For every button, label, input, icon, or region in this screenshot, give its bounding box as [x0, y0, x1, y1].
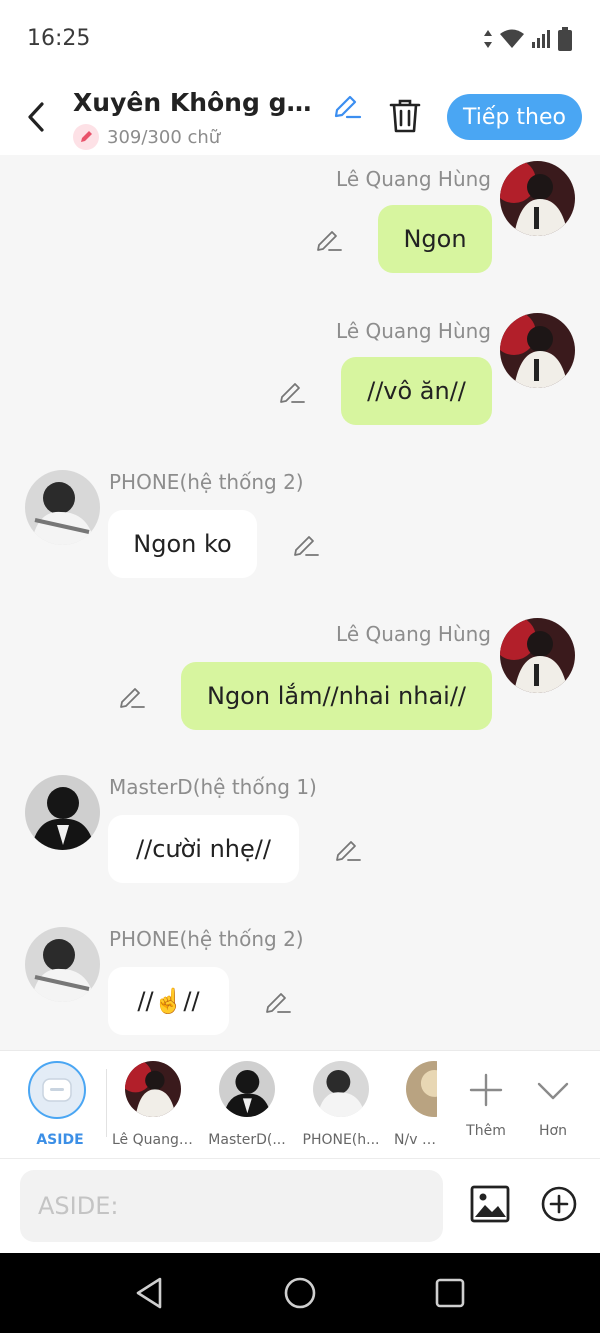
- plus-icon: [469, 1073, 503, 1107]
- avatar[interactable]: [25, 927, 100, 1002]
- message-bubble[interactable]: Ngon: [378, 205, 492, 273]
- data-transfer-icon: [484, 30, 492, 48]
- avatar[interactable]: [25, 775, 100, 850]
- add-circle-icon[interactable]: [540, 1185, 578, 1223]
- nav-back-icon[interactable]: [132, 1275, 168, 1311]
- app-bar: Xuyên Không gặp h... 309/300 chữ Tiếp th…: [0, 80, 600, 155]
- edit-message-icon[interactable]: [334, 835, 362, 863]
- message-bubble[interactable]: //☝️//: [108, 967, 229, 1035]
- clock: 16:25: [27, 26, 91, 51]
- chevron-down-icon: [537, 1082, 569, 1100]
- character-label: N/v cả: [394, 1132, 437, 1148]
- message-row: MasterD(hệ thống 1) //cười nhẹ//: [0, 765, 600, 905]
- aside-icon: [28, 1061, 86, 1119]
- message-input[interactable]: [20, 1170, 443, 1242]
- aside-label: ASIDE: [36, 1132, 84, 1148]
- sender-name: PHONE(hệ thống 2): [109, 927, 304, 951]
- message-row: PHONE(hệ thống 2) //☝️//: [0, 917, 600, 1050]
- add-character-button[interactable]: Thêm: [458, 1061, 514, 1139]
- more-characters-button[interactable]: Hơn: [526, 1061, 580, 1139]
- sender-name: MasterD(hệ thống 1): [109, 775, 317, 799]
- chat-area: Lê Quang Hùng Ngon Lê Quang Hùng //vô ăn…: [0, 155, 600, 1050]
- sender-name: Lê Quang Hùng: [336, 167, 491, 191]
- avatar: [406, 1061, 437, 1117]
- message-bubble[interactable]: //vô ăn//: [341, 357, 492, 425]
- sender-name: PHONE(hệ thống 2): [109, 470, 304, 494]
- character-item[interactable]: Lê Quang ...: [112, 1061, 194, 1148]
- avatar[interactable]: [500, 313, 575, 388]
- next-button[interactable]: Tiếp theo: [447, 94, 582, 140]
- message-bubble[interactable]: Ngon ko: [108, 510, 257, 578]
- sender-name: Lê Quang Hùng: [336, 622, 491, 646]
- image-icon[interactable]: [470, 1185, 510, 1223]
- character-label: MasterD(...: [208, 1132, 286, 1148]
- battery-icon: [558, 27, 572, 51]
- message-bubble[interactable]: //cười nhẹ//: [108, 815, 299, 883]
- message-row: PHONE(hệ thống 2) Ngon ko: [0, 460, 600, 600]
- edit-message-icon[interactable]: [278, 377, 306, 405]
- edit-message-icon[interactable]: [292, 530, 320, 558]
- word-count-row: 309/300 chữ: [73, 124, 220, 150]
- message-row: Lê Quang Hùng Ngon lắm//nhai nhai//: [0, 612, 600, 752]
- add-label: Thêm: [466, 1123, 506, 1139]
- signal-icon: [532, 30, 550, 48]
- character-item[interactable]: N/v cả: [392, 1061, 437, 1148]
- nav-recents-icon[interactable]: [432, 1275, 468, 1311]
- edit-message-icon[interactable]: [118, 682, 146, 710]
- nav-home-icon[interactable]: [282, 1275, 318, 1311]
- avatar: [219, 1061, 275, 1117]
- message-row: Lê Quang Hùng Ngon: [0, 155, 600, 295]
- word-count: 309/300 chữ: [107, 126, 221, 148]
- wifi-icon: [500, 29, 524, 48]
- character-aside[interactable]: ASIDE: [28, 1061, 92, 1148]
- edit-title-icon[interactable]: [332, 90, 362, 120]
- character-item[interactable]: MasterD(...: [205, 1061, 289, 1148]
- app-screen: 16:25 Xuyên Không gặp h... 309/300 chữ T…: [0, 0, 600, 1333]
- edit-message-icon[interactable]: [264, 987, 292, 1015]
- status-bar: 16:25: [0, 0, 600, 80]
- avatar[interactable]: [500, 618, 575, 693]
- trash-icon[interactable]: [388, 98, 422, 134]
- avatar: [313, 1061, 369, 1117]
- avatar: [125, 1061, 181, 1117]
- message-bubble[interactable]: Ngon lắm//nhai nhai//: [181, 662, 492, 730]
- message-row: Lê Quang Hùng //vô ăn//: [0, 307, 600, 447]
- character-item[interactable]: PHONE(h...: [299, 1061, 383, 1148]
- character-label: PHONE(h...: [302, 1132, 380, 1148]
- composer-bar: [0, 1158, 600, 1253]
- system-nav-bar: [0, 1253, 600, 1333]
- character-selector: ASIDE Lê Quang ... MasterD(... PHONE(h..…: [0, 1050, 600, 1158]
- avatar[interactable]: [25, 470, 100, 545]
- more-label: Hơn: [539, 1123, 567, 1139]
- back-arrow-icon[interactable]: [22, 98, 54, 136]
- status-icons: [483, 27, 572, 51]
- character-label: Lê Quang ...: [112, 1132, 194, 1148]
- edit-message-icon[interactable]: [315, 225, 343, 253]
- cast-divider: [106, 1069, 107, 1137]
- pen-badge-icon: [73, 124, 99, 150]
- story-title[interactable]: Xuyên Không gặp h...: [73, 88, 328, 117]
- avatar[interactable]: [500, 161, 575, 236]
- sender-name: Lê Quang Hùng: [336, 319, 491, 343]
